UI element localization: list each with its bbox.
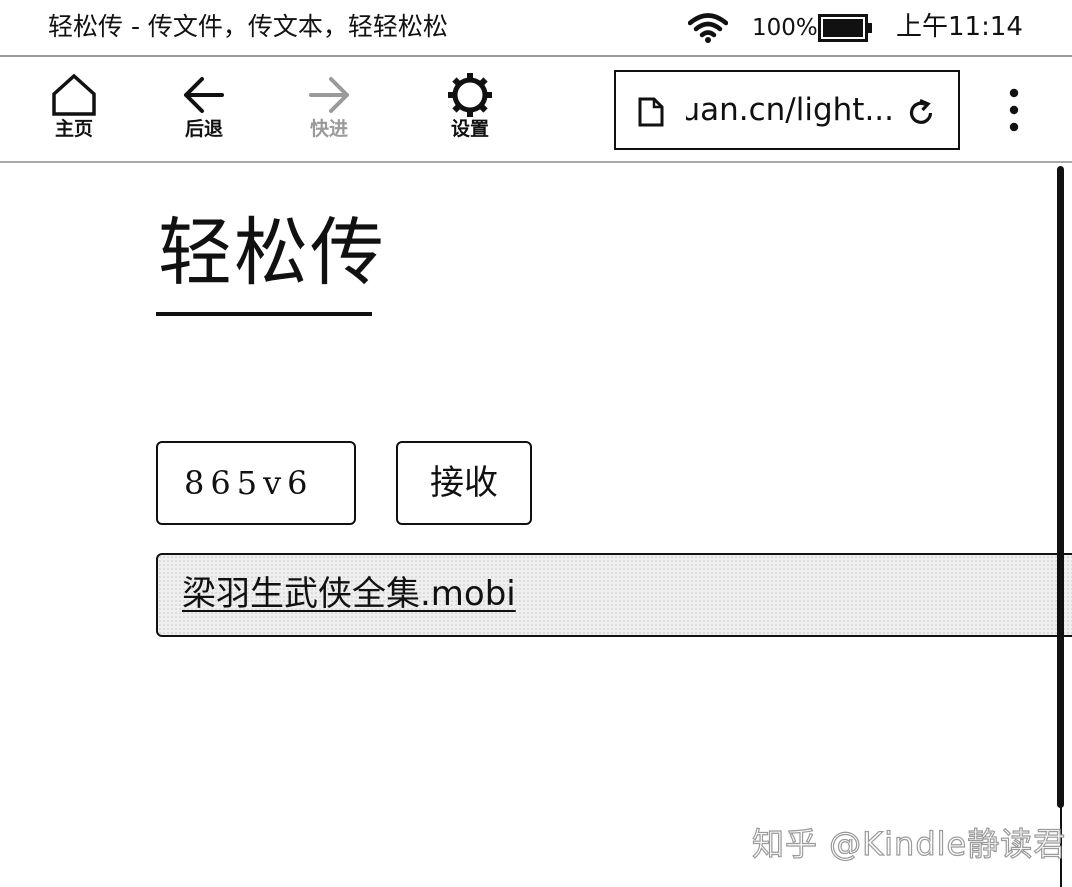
arrow-right-icon xyxy=(309,77,349,113)
receive-button[interactable]: 接收 xyxy=(396,441,532,525)
battery-percent: 100% xyxy=(752,15,818,41)
forward-label: 快进 xyxy=(309,118,348,140)
back-label: 后退 xyxy=(184,118,223,140)
back-button[interactable]: 后退 xyxy=(159,73,249,149)
browser-toolbar: 主页 后退 快进 设置 ...uan.cn/light xyxy=(0,57,1072,163)
home-button[interactable]: 主页 xyxy=(29,73,119,149)
url-text: ...uan.cn/light/ xyxy=(686,92,894,128)
scrollbar-thumb[interactable] xyxy=(1057,166,1064,808)
arrow-left-icon xyxy=(184,77,224,113)
window-title: 轻松传 - 传文件，传文本，轻轻松松 xyxy=(48,12,448,41)
address-bar[interactable]: ...uan.cn/light/ xyxy=(614,70,960,150)
page-icon xyxy=(638,97,664,127)
status-bar: 轻松传 - 传文件，传文本，轻轻松松 100% 上午11:14 xyxy=(0,0,1072,57)
more-vertical-icon[interactable] xyxy=(1000,87,1028,133)
page-content: 轻松传 865v6 接收 梁羽生武侠全集.mobi xyxy=(0,163,1072,887)
page-title: 轻松传 xyxy=(158,210,386,296)
clock: 上午11:14 xyxy=(896,12,1023,42)
wifi-icon xyxy=(688,13,728,43)
title-underline xyxy=(156,312,372,316)
code-input[interactable]: 865v6 xyxy=(156,441,356,525)
battery-full-icon xyxy=(818,14,872,42)
settings-label: 设置 xyxy=(450,118,489,140)
watermark: 知乎 @Kindle静读君 xyxy=(751,824,1067,863)
forward-button[interactable]: 快进 xyxy=(284,73,374,149)
file-download-link[interactable]: 梁羽生武侠全集.mobi xyxy=(182,569,516,619)
home-icon xyxy=(52,73,96,116)
reload-icon[interactable] xyxy=(906,98,936,128)
file-list-item[interactable]: 梁羽生武侠全集.mobi xyxy=(156,553,1072,637)
gear-icon xyxy=(448,73,492,117)
home-label: 主页 xyxy=(54,118,93,140)
settings-button[interactable]: 设置 xyxy=(425,73,515,149)
